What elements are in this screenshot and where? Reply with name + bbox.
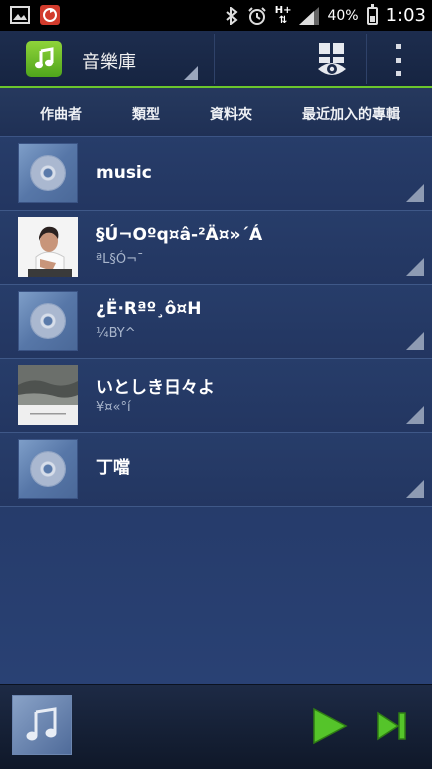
cd-icon [18, 439, 78, 499]
view-toggle-icon[interactable] [312, 41, 352, 79]
expand-corner-icon[interactable] [406, 332, 424, 350]
signal-icon [299, 6, 320, 25]
expand-corner-icon[interactable] [406, 406, 424, 424]
spinner-dropdown-icon [184, 66, 198, 80]
item-subtitle: ¼BY^ [96, 326, 136, 341]
battery-percent: 40% [327, 7, 359, 24]
skip-next-icon[interactable] [376, 710, 408, 742]
cd-icon [18, 291, 78, 351]
list-item[interactable]: music [0, 137, 432, 211]
item-title: いとしき日々よ [96, 378, 215, 398]
tab-folder[interactable]: 資料夾 [210, 104, 252, 124]
now-playing-art[interactable] [12, 695, 72, 755]
tab-recent-albums[interactable]: 最近加入的專輯 [302, 104, 400, 124]
tab-composer[interactable]: 作曲者 [40, 104, 82, 124]
library-spinner-title[interactable]: 音樂庫 [82, 48, 136, 74]
tab-genre[interactable]: 類型 [132, 104, 160, 124]
expand-corner-icon[interactable] [406, 258, 424, 276]
item-title: §Ú¬Oºq¤â-²Ä¤»´Á [96, 225, 263, 245]
status-bar: H+ ⇅ 40% 1:03 [0, 0, 432, 31]
expand-corner-icon[interactable] [406, 184, 424, 202]
item-subtitle: ªL§Ó¬¯ [96, 252, 144, 267]
gallery-notification-icon [10, 6, 30, 24]
music-note-icon [35, 47, 54, 69]
folder-list: music §Ú¬Oºq¤â-²Ä¤»´Á ªL§Ó¬¯ ¿Ë·Rªº¸ô¤H … [0, 137, 432, 507]
action-bar [0, 31, 432, 87]
cd-icon [18, 143, 78, 203]
list-item[interactable]: §Ú¬Oºq¤â-²Ä¤»´Á ªL§Ó¬¯ [0, 211, 432, 285]
item-title: music [96, 163, 152, 183]
item-title: 丁噹 [96, 458, 130, 478]
clock: 1:03 [385, 5, 426, 26]
music-app-logo[interactable] [26, 41, 62, 77]
album-art-photo [18, 365, 78, 425]
album-art-photo [18, 217, 78, 277]
item-subtitle: ¥¤«°í [96, 400, 131, 415]
category-tabs: 作曲者 類型 資料夾 最近加入的專輯 [0, 88, 432, 137]
list-item[interactable]: ¿Ë·Rªº¸ô¤H ¼BY^ [0, 285, 432, 359]
list-item[interactable]: いとしき日々よ ¥¤«°í [0, 359, 432, 433]
action-bar-divider [214, 34, 215, 84]
action-bar-divider-2 [366, 34, 367, 84]
list-item[interactable]: 丁噹 [0, 433, 432, 507]
play-icon[interactable] [310, 707, 348, 745]
network-type-indicator: H+ ⇅ [274, 4, 292, 26]
battery-icon [366, 3, 378, 25]
expand-corner-icon[interactable] [406, 480, 424, 498]
sync-notification-icon [40, 5, 60, 25]
overflow-menu-icon[interactable] [388, 44, 408, 76]
alarm-icon [247, 6, 266, 25]
item-title: ¿Ë·Rªº¸ô¤H [96, 299, 202, 319]
bluetooth-icon [226, 6, 238, 25]
mini-player [0, 684, 432, 769]
music-note-icon [26, 707, 57, 741]
